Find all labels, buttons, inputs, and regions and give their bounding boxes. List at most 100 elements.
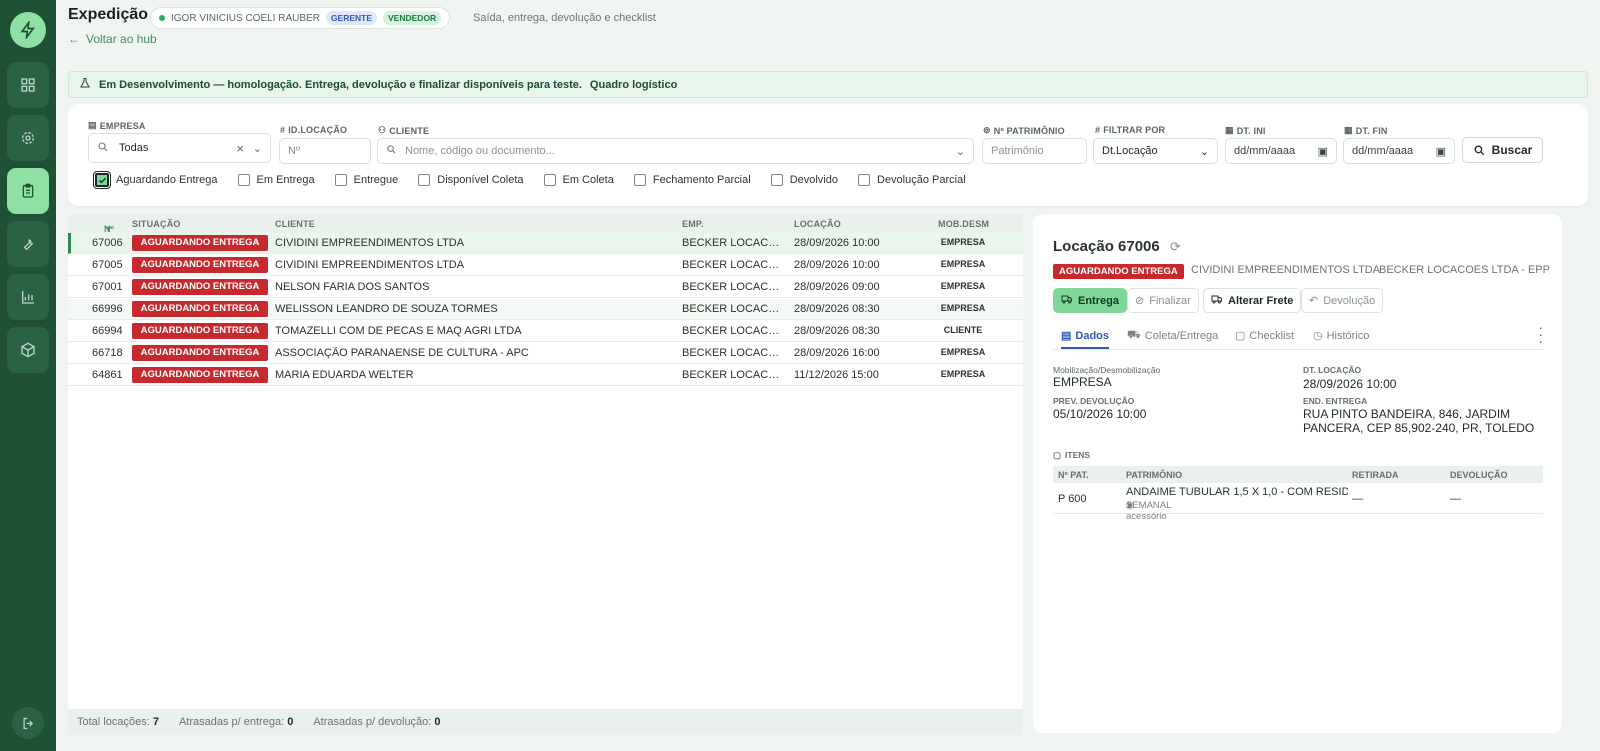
col-pat-header: Nº PAT.: [1058, 470, 1089, 480]
col-situacao-header[interactable]: SITUAÇÃO: [132, 219, 181, 229]
itens-table-header: Nº PAT. PATRIMÔNIO RETIRADA DEVOLUÇÃO: [1053, 466, 1543, 483]
buscar-button[interactable]: Buscar: [1462, 137, 1543, 163]
table-row[interactable]: 67001 AGUARDANDO ENTREGA NELSON FARIA DO…: [68, 277, 1023, 298]
col-emp-header[interactable]: EMP.: [682, 219, 704, 229]
cell-n: 66996: [92, 303, 123, 315]
col-locacao-header[interactable]: LOCAÇÃO: [794, 219, 841, 229]
detail-cliente: CIVIDINI EMPREENDIMENTOS LTDA: [1191, 264, 1381, 276]
checkbox[interactable]: [334, 174, 347, 186]
devolucao-button[interactable]: ↶ Devolução: [1301, 288, 1384, 313]
status-disponivel-coleta[interactable]: Disponível Coleta: [418, 174, 524, 186]
cell-mob: EMPRESA: [940, 347, 986, 357]
table-row[interactable]: 66996 AGUARDANDO ENTREGA WELISSON LEANDR…: [68, 299, 1023, 320]
checkbox[interactable]: [237, 174, 250, 186]
table-row[interactable]: 66994 AGUARDANDO ENTREGA TOMAZELLI COM D…: [68, 321, 1023, 342]
cell-emp: BECKER LOCACOES LTDA - EPP: [682, 369, 786, 381]
item-pat: P 600: [1058, 493, 1087, 505]
cell-cliente: ASSOCIAÇÃO PARANAENSE DE CULTURA - APC: [275, 347, 529, 359]
wrench-icon[interactable]: [7, 221, 49, 267]
dt-locacao-label: DT. LOCAÇÃO: [1303, 365, 1362, 375]
cliente-input[interactable]: Nome, código ou documento... ⌄: [377, 138, 974, 164]
dt-ini-input[interactable]: dd/mm/aaaa ▣: [1225, 138, 1337, 164]
alterar-frete-button[interactable]: Alterar Frete: [1203, 288, 1302, 313]
end-entrega-value: RUA PINTO BANDEIRA, 846, JARDIM PANCERA,…: [1303, 407, 1535, 435]
item-row[interactable]: P 600 ANDAIME TUBULAR 1,5 X 1,0 - COM RE…: [1053, 483, 1543, 522]
table-row[interactable]: 66718 AGUARDANDO ENTREGA ASSOCIAÇÃO PARA…: [68, 343, 1023, 364]
check-circle-icon: ⊘: [1135, 295, 1145, 307]
cell-locacao: 28/09/2026 16:00: [794, 347, 880, 359]
dt-fin-label: ▦ DT. FIN: [1344, 125, 1388, 136]
logout-icon[interactable]: [12, 707, 44, 739]
checkbox[interactable]: [418, 174, 431, 186]
tab-dados[interactable]: ▤ Dados: [1061, 329, 1110, 349]
table-row[interactable]: 67006 AGUARDANDO ENTREGA CIVIDINI EMPREE…: [68, 233, 1023, 254]
calendar-icon: ▦: [1344, 125, 1353, 135]
finalizar-button[interactable]: ⊘ Finalizar: [1127, 288, 1199, 313]
cell-locacao: 11/12/2026 15:00: [794, 369, 879, 381]
checkbox-checked[interactable]: [95, 173, 109, 187]
clear-icon[interactable]: ×: [236, 141, 244, 156]
status-em-entrega[interactable]: Em Entrega: [237, 174, 315, 186]
patrimonio-input[interactable]: Patrimônio: [982, 138, 1087, 164]
prev-devolucao-value: 05/10/2026 10:00: [1053, 407, 1147, 421]
table-row[interactable]: 67005 AGUARDANDO ENTREGA CIVIDINI EMPREE…: [68, 255, 1023, 276]
col-mob-header[interactable]: MOB.DESM: [938, 219, 989, 229]
cell-mob: EMPRESA: [940, 369, 986, 379]
cell-n: 66718: [92, 347, 123, 359]
cell-locacao: 28/09/2026 08:30: [794, 325, 880, 337]
hash-icon: #: [280, 125, 286, 135]
refresh-icon[interactable]: ⟳: [1170, 239, 1181, 254]
calendar-icon[interactable]: ▣: [1436, 145, 1446, 158]
online-dot: [159, 15, 165, 21]
truck-icon: [1211, 293, 1223, 308]
cell-emp: BECKER LOCACOES LTDA - EPP: [682, 303, 786, 315]
status-aguardando-entrega[interactable]: Aguardando Entrega: [95, 173, 218, 187]
cell-emp: BECKER LOCACOES LTDA - EPP: [682, 325, 786, 337]
tab-coleta-entrega[interactable]: ⛟ Coleta/Entrega: [1127, 329, 1218, 343]
status-fechamento-parcial[interactable]: Fechamento Parcial: [633, 174, 751, 186]
tab-historico[interactable]: ◷ Histórico: [1313, 329, 1369, 343]
checkbox[interactable]: [858, 174, 870, 186]
page-header: Expedição IGOR VINICIUS COELI RAUBER GER…: [68, 6, 1588, 58]
checkbox[interactable]: [543, 174, 556, 186]
bar-chart-icon[interactable]: [7, 274, 49, 320]
col-cliente-header[interactable]: CLIENTE: [275, 219, 315, 229]
total-locacoes: Total locações: 7: [77, 716, 159, 728]
cell-mob: CLIENTE: [943, 325, 983, 335]
chevron-down-icon[interactable]: ⌄: [956, 145, 965, 158]
hash-icon: #: [1095, 125, 1101, 135]
more-vertical-icon[interactable]: · · ·: [1538, 320, 1543, 348]
status-entregue[interactable]: Entregue: [334, 174, 398, 186]
empresa-select[interactable]: Todas × ⌄: [88, 133, 271, 163]
bolt-logo-icon[interactable]: [10, 12, 46, 48]
status-em-coleta[interactable]: Em Coleta: [543, 174, 614, 186]
tab-checklist[interactable]: ▢ Checklist: [1235, 329, 1294, 343]
dt-fin-input[interactable]: dd/mm/aaaa ▣: [1343, 138, 1455, 164]
atrasadas-entrega: Atrasadas p/ entrega: 0: [178, 716, 294, 728]
entrega-button[interactable]: Entrega: [1053, 288, 1127, 313]
table-row[interactable]: 64861 AGUARDANDO ENTREGA MARIA EDUARDA W…: [68, 365, 1023, 386]
back-link[interactable]: ← Voltar ao hub: [68, 32, 157, 46]
cell-n: 66994: [92, 325, 123, 337]
role-badge-vendedor: VENDEDOR: [383, 11, 442, 25]
status-devolvido[interactable]: Devolvido: [770, 174, 838, 186]
cell-locacao: 28/09/2026 09:00: [794, 281, 880, 293]
id-locacao-input[interactable]: Nº: [279, 138, 371, 164]
checkbox[interactable]: [633, 174, 646, 186]
item-patrimonio: ANDAIME TUBULAR 1,5 X 1,0 - COM RESIDUO: [1126, 486, 1348, 498]
filtrar-por-label: # FILTRAR POR: [1095, 125, 1166, 135]
chevron-down-icon[interactable]: ⌄: [253, 142, 262, 155]
grid-icon[interactable]: [7, 62, 49, 108]
quadro-logistico-link[interactable]: Quadro logístico: [590, 79, 677, 91]
cell-n: 67006: [92, 237, 123, 249]
clipboard-icon[interactable]: [7, 168, 49, 214]
checkbox[interactable]: [770, 174, 783, 186]
truck-icon: ⛟: [1127, 329, 1141, 341]
gear-icon[interactable]: [7, 115, 49, 161]
detail-panel: Locação 67006 ⟳ AGUARDANDO ENTREGA CIVID…: [1033, 214, 1562, 733]
detail-tabs: ▤ Dados ⛟ Coleta/Entrega ▢ Checklist ◷ Histó…: [1053, 320, 1543, 350]
status-devolucao-parcial[interactable]: Devolução Parcial: [858, 174, 966, 186]
box-icon[interactable]: [7, 327, 49, 373]
calendar-icon[interactable]: ▣: [1318, 145, 1328, 158]
filtrar-por-select[interactable]: Dt.Locação ⌄: [1093, 138, 1218, 164]
